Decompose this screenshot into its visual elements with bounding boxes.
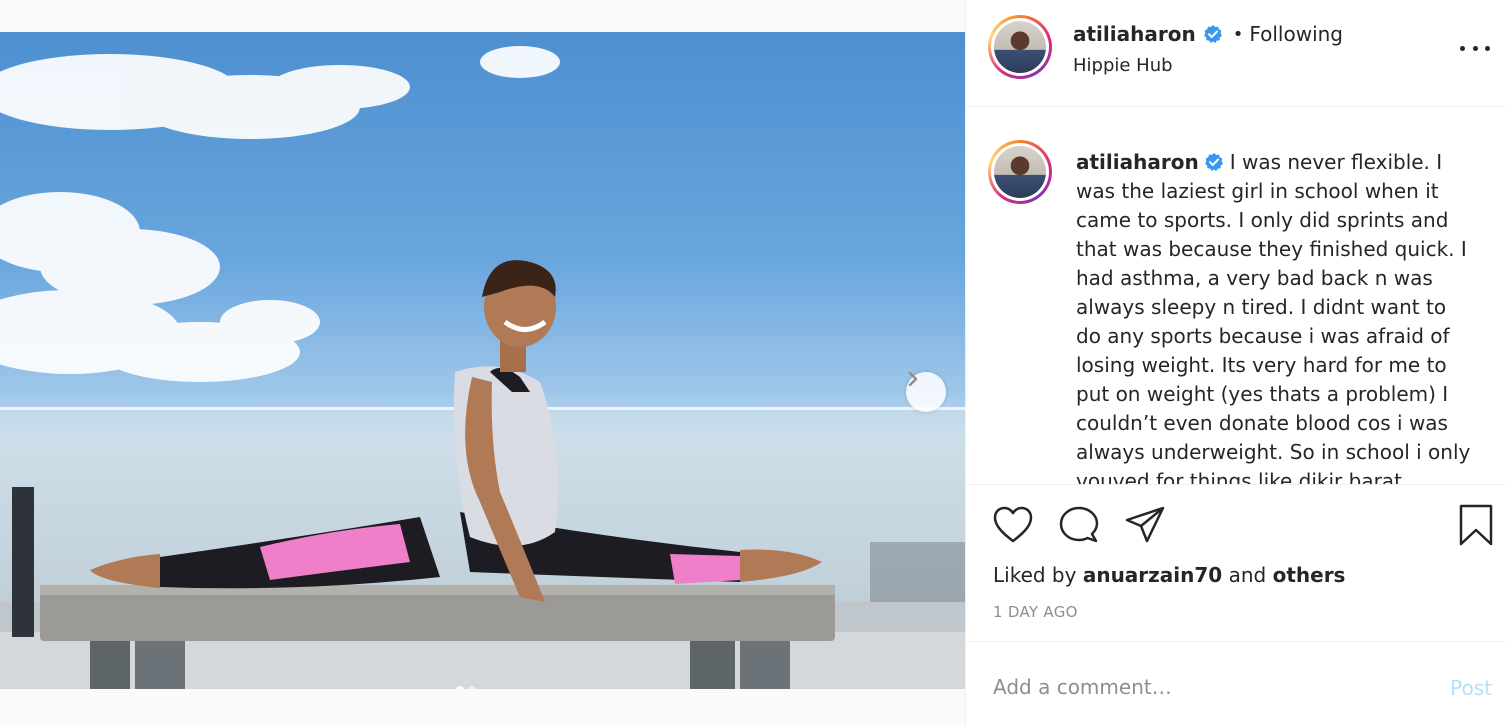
comment-bubble-icon	[1059, 506, 1099, 543]
following-button[interactable]: Following	[1249, 22, 1343, 46]
separator-dot: •	[1232, 23, 1244, 45]
verified-badge-icon	[1203, 25, 1222, 43]
carousel-dot-2	[468, 686, 476, 689]
post-comment-button[interactable]: Post	[1450, 676, 1492, 700]
author-line: atiliaharon • Following	[1073, 22, 1343, 46]
post-side-panel: atiliaharon • Following Hippie Hub atili…	[965, 0, 1505, 725]
avatar-image	[994, 21, 1046, 73]
post-actions: Liked by anuarzain70 and others 1 DAY AG…	[966, 484, 1505, 641]
post-timestamp[interactable]: 1 DAY AGO	[993, 603, 1078, 621]
more-options-icon[interactable]	[1460, 38, 1490, 58]
caption-text: I was never flexible. I was the laziest …	[1076, 150, 1471, 484]
like-button[interactable]	[991, 503, 1035, 547]
likes-others-link[interactable]: others	[1273, 563, 1346, 587]
share-button[interactable]	[1123, 503, 1167, 547]
photo-illustration	[0, 46, 965, 689]
liked-by-user[interactable]: anuarzain70	[1083, 563, 1222, 587]
carousel-dot-1	[456, 686, 464, 689]
post-caption: atiliaharon I was never flexible. I was …	[1076, 148, 1476, 484]
avatar-image	[994, 146, 1046, 198]
caption-username[interactable]: atiliaharon	[1076, 150, 1199, 174]
bookmark-icon	[1459, 504, 1493, 546]
chevron-right-icon	[908, 372, 918, 386]
media-area	[0, 0, 965, 725]
post-header: atiliaharon • Following Hippie Hub	[966, 0, 1505, 107]
instagram-post-view: atiliaharon • Following Hippie Hub atili…	[0, 0, 1505, 725]
likes-summary: Liked by anuarzain70 and others	[993, 563, 1345, 587]
post-photo[interactable]	[0, 32, 965, 689]
likes-joiner: and	[1228, 563, 1267, 587]
add-comment-bar: Post	[966, 641, 1505, 725]
carousel-indicator	[456, 686, 476, 689]
post-location[interactable]: Hippie Hub	[1073, 55, 1173, 76]
heart-icon	[993, 506, 1033, 543]
author-username[interactable]: atiliaharon	[1073, 22, 1196, 46]
author-avatar[interactable]	[988, 15, 1052, 79]
verified-badge-icon	[1204, 153, 1223, 171]
comment-input[interactable]	[993, 670, 1413, 704]
comment-button[interactable]	[1057, 503, 1101, 547]
save-button[interactable]	[1454, 503, 1498, 547]
caption-avatar[interactable]	[988, 140, 1052, 204]
carousel-next-button[interactable]	[906, 372, 946, 412]
likes-prefix: Liked by	[993, 563, 1077, 587]
comments-section[interactable]: atiliaharon I was never flexible. I was …	[966, 108, 1505, 484]
paper-plane-icon	[1125, 506, 1165, 543]
